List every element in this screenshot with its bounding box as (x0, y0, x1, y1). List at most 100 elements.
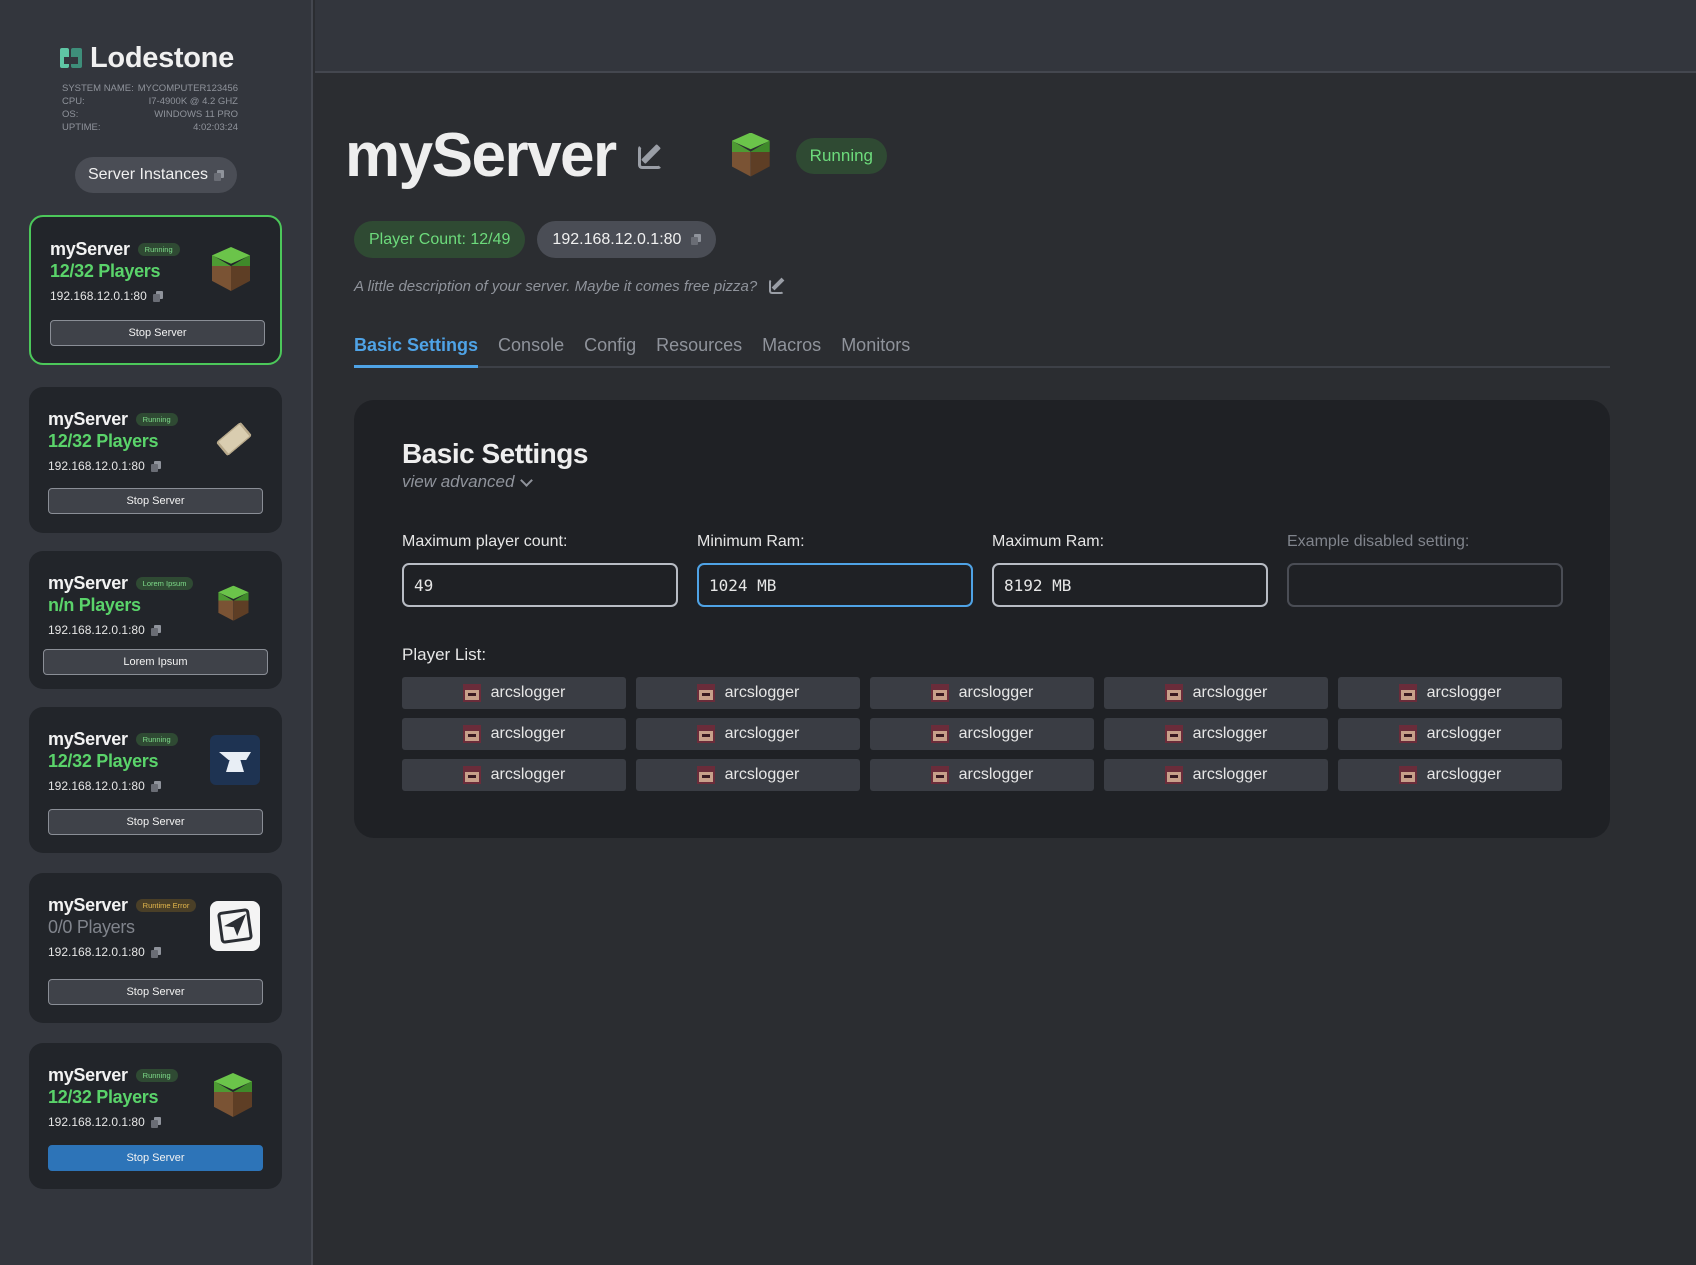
tab-basic-settings[interactable]: Basic Settings (354, 333, 479, 368)
player-name: arcslogger (1192, 725, 1268, 742)
player-name: arcslogger (490, 684, 566, 701)
sysinfo-value: 4:02:03:24 (193, 122, 238, 133)
panel-title: Basic Settings (402, 438, 588, 469)
player-head-icon (462, 766, 481, 784)
player-chip[interactable]: arcslogger (1104, 759, 1328, 791)
player-name: arcslogger (724, 684, 800, 701)
field-label: Maximum Ram: (992, 533, 1105, 550)
copy-icon[interactable] (150, 460, 161, 472)
player-chip[interactable]: arcslogger (402, 759, 626, 791)
stop-server-button[interactable]: Stop Server (48, 809, 263, 835)
stop-server-button[interactable]: Stop Server (48, 979, 263, 1005)
player-chip[interactable]: arcslogger (1104, 677, 1328, 709)
player-count-pill: Player Count: 12/49 (354, 221, 526, 258)
copy-icon[interactable] (152, 290, 163, 302)
server-card[interactable]: myServer Running 12/32 Players 192.168.1… (29, 1043, 282, 1189)
copy-icon[interactable] (150, 624, 161, 636)
player-name: arcslogger (1192, 684, 1268, 701)
grass-block-icon (208, 245, 258, 295)
player-chip[interactable]: arcslogger (870, 718, 1094, 750)
server-instances-button[interactable]: Server Instances (75, 157, 237, 193)
player-chip[interactable]: arcslogger (402, 718, 626, 750)
player-head-icon (930, 725, 949, 743)
player-name: arcslogger (958, 684, 1034, 701)
player-chip[interactable]: arcslogger (402, 677, 626, 709)
ip-pill[interactable]: 192.168.12.0.1:80 (537, 221, 717, 258)
player-chip[interactable]: arcslogger (1338, 718, 1562, 750)
system-info: SYSTEM NAME: MYCOMPUTER123456 CPU: I7-4900… (62, 82, 238, 134)
server-description: A little description of your server. May… (354, 277, 787, 295)
field-label: Minimum Ram: (697, 533, 805, 550)
max-player-count-field: Maximum player count: (402, 533, 678, 607)
player-chip[interactable]: arcslogger (1338, 677, 1562, 709)
brand: Lodestone (60, 40, 234, 76)
tab-monitors[interactable]: Monitors (841, 333, 910, 368)
card-server-name: myServer (48, 895, 128, 915)
player-chip[interactable]: arcslogger (870, 677, 1094, 709)
player-chip[interactable]: arcslogger (636, 759, 860, 791)
player-chip[interactable]: arcslogger (1338, 759, 1562, 791)
sysinfo-value: MYCOMPUTER123456 (137, 83, 238, 94)
player-head-icon (462, 684, 481, 702)
player-name: arcslogger (724, 766, 800, 783)
status-badge: Running (135, 733, 178, 746)
player-head-icon (462, 725, 481, 743)
app-window: Lodestone SYSTEM NAME: MYCOMPUTER123456 C… (0, 0, 1696, 1265)
stop-server-button[interactable]: Stop Server (50, 320, 265, 346)
copy-icon[interactable] (691, 234, 702, 245)
view-advanced-toggle[interactable]: view advanced (402, 472, 534, 492)
player-head-icon (1398, 766, 1417, 784)
field-label: Maximum player count: (402, 533, 568, 550)
status-badge: Running (135, 413, 178, 426)
server-name: myServer (345, 121, 617, 190)
sysinfo-row: CPU: I7-4900K @ 4.2 GHZ (62, 95, 238, 108)
copy-icon[interactable] (150, 780, 161, 792)
player-chip[interactable]: arcslogger (870, 759, 1094, 791)
server-card[interactable]: myServer Lorem Ipsum n/n Players 192.168… (29, 551, 282, 689)
max-player-count-input[interactable] (402, 563, 678, 607)
edit-icon[interactable] (769, 277, 787, 295)
sysinfo-label: CPU: (62, 96, 85, 107)
card-server-name: myServer (50, 239, 130, 259)
status-badge: Lorem Ipsum (135, 577, 194, 590)
card-server-name: myServer (48, 573, 128, 593)
min-ram-input[interactable] (697, 563, 973, 607)
server-card[interactable]: myServer Running 12/32 Players 192.168.1… (29, 707, 282, 853)
copy-icon[interactable] (150, 1116, 161, 1128)
card-player-count: 12/32 Players (48, 1087, 159, 1107)
server-card[interactable]: myServer Running 12/32 Players 192.168.1… (29, 387, 282, 533)
card-title: myServer Runtime Error (48, 895, 197, 916)
tab-console[interactable]: Console (498, 333, 564, 368)
status-badge: Running (137, 243, 180, 256)
chevron-down-icon (520, 473, 534, 487)
card-player-count: 0/0 Players (48, 917, 135, 937)
player-name: arcslogger (1426, 766, 1502, 783)
stop-server-button[interactable]: Stop Server (48, 1145, 263, 1171)
tab-resources[interactable]: Resources (656, 333, 742, 368)
lorem-ipsum-button[interactable]: Lorem Ipsum (43, 649, 268, 675)
max-ram-input[interactable] (992, 563, 1268, 607)
player-head-icon (696, 725, 715, 743)
stop-server-button[interactable]: Stop Server (48, 488, 263, 514)
card-ip: 192.168.12.0.1:80 (48, 945, 161, 959)
edit-icon[interactable] (637, 141, 668, 171)
player-chip[interactable]: arcslogger (636, 718, 860, 750)
card-ip-text: 192.168.12.0.1:80 (50, 289, 147, 303)
player-name: arcslogger (490, 725, 566, 742)
player-chip[interactable]: arcslogger (636, 677, 860, 709)
player-head-icon (930, 684, 949, 702)
card-player-count: 12/32 Players (48, 431, 159, 451)
player-chip[interactable]: arcslogger (1104, 718, 1328, 750)
player-name: arcslogger (958, 766, 1034, 783)
server-card[interactable]: myServer Runtime Error 0/0 Players 192.1… (29, 873, 282, 1023)
tab-macros[interactable]: Macros (762, 333, 821, 368)
card-ip: 192.168.12.0.1:80 (50, 289, 163, 303)
card-title: myServer Running (48, 1065, 178, 1086)
player-name: arcslogger (1426, 725, 1502, 742)
tab-config[interactable]: Config (584, 333, 636, 368)
min-ram-field: Minimum Ram: (697, 533, 973, 607)
copy-icon[interactable] (150, 946, 161, 958)
status-badge: Running (795, 137, 887, 174)
server-card[interactable]: myServer Running 12/32 Players 192.168.1… (29, 215, 282, 365)
card-server-name: myServer (48, 729, 128, 749)
